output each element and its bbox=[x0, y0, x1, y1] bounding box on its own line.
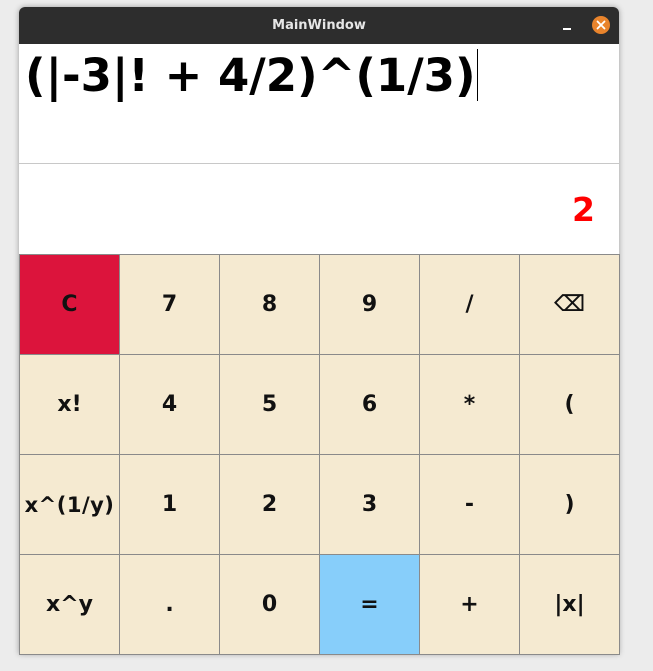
equals-button[interactable]: = bbox=[319, 554, 420, 655]
digit-2-button[interactable]: 2 bbox=[219, 454, 320, 555]
close-icon bbox=[596, 20, 606, 30]
add-button[interactable]: + bbox=[419, 554, 520, 655]
divide-button[interactable]: / bbox=[419, 254, 520, 355]
backspace-button[interactable]: ⌫ bbox=[519, 254, 620, 355]
decimal-point-button[interactable]: . bbox=[119, 554, 220, 655]
clear-button[interactable]: C bbox=[19, 254, 120, 355]
factorial-button[interactable]: x! bbox=[19, 354, 120, 455]
digit-3-button[interactable]: 3 bbox=[319, 454, 420, 555]
expression-text: (|-3|! + 4/2)^(1/3) bbox=[25, 49, 476, 102]
subtract-button[interactable]: - bbox=[419, 454, 520, 555]
minimize-icon bbox=[563, 28, 571, 30]
keypad: C 7 8 9/⌫ x! 4 5 6 *( x^(1/y) 1 2 3-) x^y. 0 = + |x| bbox=[19, 254, 620, 655]
digit-7-button[interactable]: 7 bbox=[119, 254, 220, 355]
digit-9-button[interactable]: 9 bbox=[319, 254, 420, 355]
text-caret bbox=[476, 49, 478, 101]
root-button[interactable]: x^(1/y) bbox=[19, 454, 120, 555]
window-title: MainWindow bbox=[272, 18, 366, 33]
minimize-button[interactable] bbox=[558, 16, 576, 34]
digit-8-button[interactable]: 8 bbox=[219, 254, 320, 355]
digit-1-button[interactable]: 1 bbox=[119, 454, 220, 555]
digit-6-button[interactable]: 6 bbox=[319, 354, 420, 455]
open-paren-button[interactable]: ( bbox=[519, 354, 620, 455]
power-button[interactable]: x^y bbox=[19, 554, 120, 655]
close-paren-button[interactable]: ) bbox=[519, 454, 620, 555]
multiply-button[interactable]: * bbox=[419, 354, 520, 455]
close-button[interactable] bbox=[592, 16, 610, 34]
digit-5-button[interactable]: 5 bbox=[219, 354, 320, 455]
result-display: 2 bbox=[19, 164, 619, 254]
main-window: MainWindow (|-3|! + 4/2)^(1/3) 2 C 7 8 9/⌫ x… bbox=[19, 7, 620, 655]
title-bar[interactable]: MainWindow bbox=[19, 7, 619, 44]
absolute-value-button[interactable]: |x| bbox=[519, 554, 620, 655]
digit-4-button[interactable]: 4 bbox=[119, 354, 220, 455]
expression-field[interactable]: (|-3|! + 4/2)^(1/3) bbox=[19, 44, 619, 164]
result-value: 2 bbox=[572, 190, 595, 229]
digit-0-button[interactable]: 0 bbox=[219, 554, 320, 655]
